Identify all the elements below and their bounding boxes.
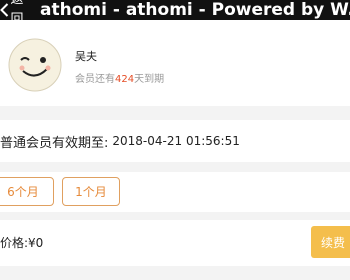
expiry-prefix: 会员还有 — [75, 74, 115, 85]
renew-button[interactable]: 续费 — [311, 226, 350, 258]
profile-card: 吴夫 会员还有424天到期 — [0, 20, 350, 106]
chevron-left-icon — [0, 0, 9, 20]
price-label: 价格: — [0, 236, 29, 250]
back-button[interactable]: 返回 — [0, 0, 28, 27]
expiry-days: 424 — [115, 74, 135, 85]
page-title: athomi - athomi - Powered by W... — [40, 0, 350, 20]
price-value: ¥0 — [28, 236, 44, 250]
avatar — [8, 38, 62, 92]
validity-value: 2018-04-21 01:56:51 — [112, 134, 240, 148]
validity-label: 普通会员有效期至: — [0, 135, 109, 151]
option-1-month[interactable]: 1个月 — [62, 177, 120, 206]
purchase-bar: 价格:¥0 续费 — [0, 220, 350, 266]
username: 吴夫 — [75, 50, 97, 63]
expiry-note: 会员还有424天到期 — [75, 70, 164, 85]
expiry-suffix: 天到期 — [134, 74, 165, 85]
price-row: 价格:¥0 — [0, 234, 43, 251]
top-bar: 返回 athomi - athomi - Powered by W... — [0, 0, 350, 27]
validity-row: 普通会员有效期至: 2018-04-21 01:56:51 — [0, 120, 350, 162]
duration-options: 6个月 1个月 — [0, 172, 350, 212]
option-6-months[interactable]: 6个月 — [0, 177, 54, 206]
